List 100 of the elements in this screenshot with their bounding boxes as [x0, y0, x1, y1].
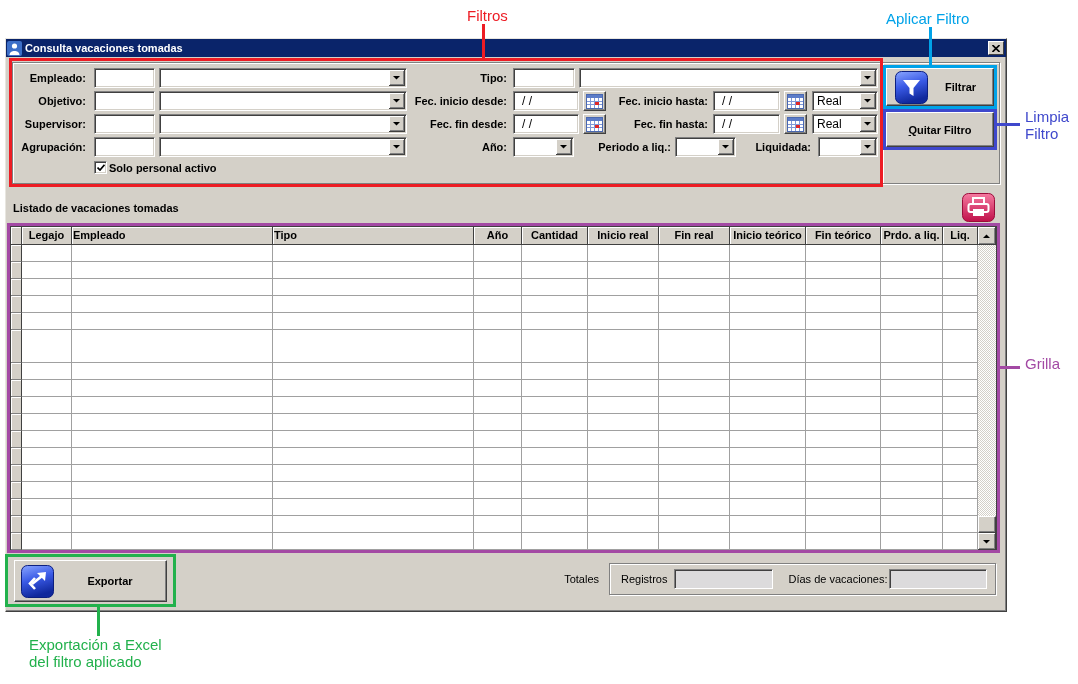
code-field[interactable] [94, 68, 155, 88]
table-cell [474, 414, 522, 431]
dropdown-field[interactable] [513, 137, 574, 157]
field-label: Fec. fin desde: [428, 118, 507, 130]
dropdown-arrow-icon[interactable] [860, 93, 876, 109]
table-cell [474, 330, 522, 363]
row-selector[interactable] [11, 431, 22, 448]
readonly-field[interactable] [674, 569, 774, 589]
calendar-icon [586, 116, 603, 132]
row-selector[interactable] [11, 262, 22, 279]
dropdown-field[interactable] [159, 137, 407, 157]
table-cell [588, 533, 659, 550]
table-cell [659, 313, 730, 330]
calendar-button[interactable] [784, 91, 807, 111]
calendar-button[interactable] [583, 91, 606, 111]
clear-filter-button[interactable]: Quitar Filtro [886, 112, 994, 147]
export-button[interactable]: Exportar [14, 560, 167, 602]
calendar-button[interactable] [583, 114, 606, 134]
callout-label: Exportación a Excel del filtro aplicado [29, 636, 163, 670]
dropdown-arrow-icon[interactable] [556, 139, 572, 155]
column-header[interactable]: Fin teórico [806, 227, 881, 245]
dropdown-arrow-icon[interactable] [389, 70, 405, 86]
callout-line [97, 607, 100, 636]
row-selector[interactable] [11, 330, 22, 363]
column-header[interactable]: Prdo. a liq. [881, 227, 943, 245]
dropdown-field[interactable] [579, 68, 878, 88]
field-label: Año: [480, 141, 507, 153]
dropdown-field[interactable]: Real [812, 91, 878, 111]
dropdown-arrow-icon[interactable] [860, 116, 876, 132]
column-header[interactable]: Año [474, 227, 522, 245]
filter-button[interactable]: Filtrar [886, 68, 994, 106]
dropdown-arrow-icon[interactable] [389, 139, 405, 155]
dropdown-field[interactable] [159, 91, 407, 111]
code-field[interactable] [94, 114, 155, 134]
callout-line [1000, 366, 1020, 369]
code-field[interactable] [94, 91, 155, 111]
date-field[interactable]: / / [513, 91, 579, 111]
table-cell [943, 363, 978, 380]
field-label: Tipo: [479, 72, 507, 84]
code-field[interactable] [94, 137, 155, 157]
column-header[interactable]: Cantidad [522, 227, 588, 245]
down-arrow-icon[interactable] [978, 533, 996, 550]
table-cell [22, 414, 72, 431]
funnel-icon [895, 70, 928, 104]
column-header[interactable]: Fin real [659, 227, 730, 245]
field-label: Periodo a liq.: [597, 141, 671, 153]
checkbox[interactable] [94, 161, 107, 174]
table-cell [22, 482, 72, 499]
column-header[interactable]: Liq. [943, 227, 978, 245]
column-header[interactable]: Inicio real [588, 227, 659, 245]
dropdown-field[interactable] [818, 137, 878, 157]
checkbox-label: Solo personal activo [109, 161, 217, 174]
up-arrow-icon[interactable] [978, 227, 996, 245]
table-cell [659, 431, 730, 448]
printer-icon[interactable] [962, 193, 995, 222]
column-header[interactable]: Legajo [22, 227, 72, 245]
dropdown-arrow-icon[interactable] [389, 116, 405, 132]
table-cell [588, 448, 659, 465]
column-header[interactable]: Inicio teórico [730, 227, 806, 245]
scrollbar-thumb[interactable] [978, 516, 996, 533]
table-cell [22, 330, 72, 363]
row-selector[interactable] [11, 499, 22, 516]
table-cell [588, 465, 659, 482]
dropdown-field[interactable] [159, 114, 407, 134]
field-label: Objetivo: [37, 95, 86, 107]
row-selector[interactable] [11, 363, 22, 380]
dropdown-field[interactable] [159, 68, 407, 88]
table-cell [943, 414, 978, 431]
readonly-field[interactable] [889, 569, 988, 589]
dropdown-arrow-icon[interactable] [860, 70, 876, 86]
row-selector[interactable] [11, 296, 22, 313]
row-selector[interactable] [11, 245, 22, 262]
dropdown-arrow-icon[interactable] [389, 93, 405, 109]
dropdown-field[interactable]: Real [812, 114, 878, 134]
code-field[interactable] [513, 68, 575, 88]
table-cell [943, 516, 978, 533]
row-selector[interactable] [11, 414, 22, 431]
table-cell [522, 245, 588, 262]
row-selector[interactable] [11, 516, 22, 533]
column-header[interactable]: Tipo [273, 227, 474, 245]
row-selector[interactable] [11, 380, 22, 397]
row-selector[interactable] [11, 397, 22, 414]
row-selector[interactable] [11, 448, 22, 465]
row-selector[interactable] [11, 279, 22, 296]
date-field[interactable]: / / [713, 91, 780, 111]
row-selector[interactable] [11, 482, 22, 499]
date-field[interactable]: / / [513, 114, 579, 134]
table-cell [881, 431, 943, 448]
row-selector[interactable] [11, 313, 22, 330]
dropdown-field[interactable] [675, 137, 736, 157]
table-cell [881, 296, 943, 313]
table-cell [522, 482, 588, 499]
close-button[interactable] [988, 41, 1004, 55]
date-field[interactable]: / / [713, 114, 780, 134]
dropdown-arrow-icon[interactable] [718, 139, 734, 155]
row-selector[interactable] [11, 465, 22, 482]
calendar-button[interactable] [784, 114, 807, 134]
column-header[interactable]: Empleado [72, 227, 273, 245]
row-selector[interactable] [11, 533, 22, 550]
dropdown-arrow-icon[interactable] [860, 139, 876, 155]
